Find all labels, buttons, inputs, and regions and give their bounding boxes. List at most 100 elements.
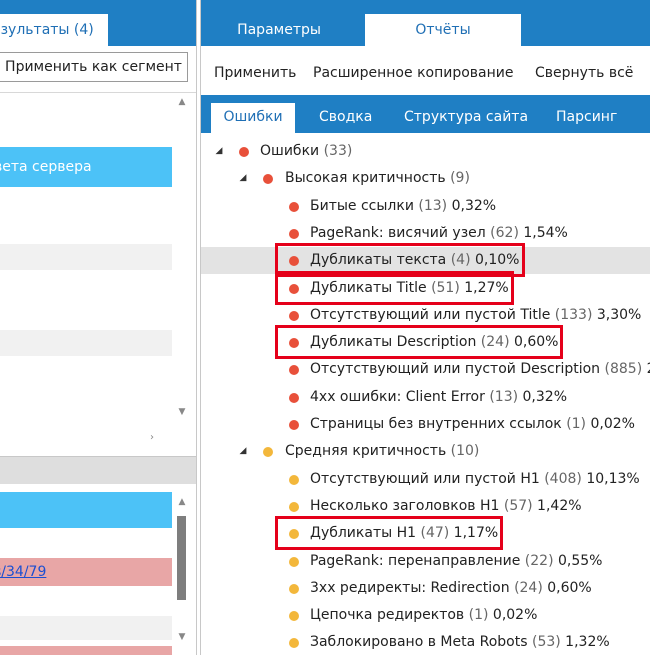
tree-item-label: Высокая критичность (9) xyxy=(285,165,470,192)
tree-item-label: Дубликаты текста (4) 0,10% xyxy=(310,247,520,274)
tree-item[interactable]: Дубликаты H1 (47) 1,17% xyxy=(201,520,650,547)
tree-item-count: (22) xyxy=(524,552,554,569)
red-severity-dot-icon xyxy=(239,147,249,157)
tree-item[interactable]: Дубликаты текста (4) 0,10% xyxy=(201,247,650,275)
tree-item-label: Заблокировано в Meta Robots (53) 1,32% xyxy=(310,629,610,655)
tab-reports[interactable]: Отчёты xyxy=(365,14,521,46)
tree-item-percent: 1,42% xyxy=(532,497,582,514)
tree-item[interactable]: Дубликаты Description (24) 0,60% xyxy=(201,329,650,356)
tree-item-name: Дубликаты Title xyxy=(310,279,432,296)
scroll-down-arrow-icon[interactable]: ▼ xyxy=(174,407,190,421)
tree-item-name: Отсутствующий или пустой Description xyxy=(310,361,605,378)
tree-item[interactable]: Отсутствующий или пустой H1 (408) 10,13% xyxy=(201,466,650,493)
table-row[interactable] xyxy=(0,616,172,640)
tree-item-percent: 0,10% xyxy=(470,252,520,269)
apply-as-segment-button[interactable]: Применить как сегмент xyxy=(0,52,188,82)
tree-item[interactable]: Битые ссылки (13) 0,32% xyxy=(201,193,650,220)
tree-item[interactable]: 4xx ошибки: Client Error (13) 0,32% xyxy=(201,384,650,411)
red-severity-dot-icon xyxy=(289,228,299,239)
tree-item[interactable]: PageRank: висячий узел (62) 1,54% xyxy=(201,220,650,247)
tree-item-name: PageRank: перенаправление xyxy=(310,552,525,569)
tree-item-label: Цепочка редиректов (1) 0,02% xyxy=(310,602,537,629)
yellow-severity-dot-icon xyxy=(289,474,299,485)
list-item[interactable] xyxy=(0,244,172,270)
tree-group[interactable]: ◢ Средняя критичность (10) xyxy=(201,438,650,465)
tree-group[interactable]: ◢ Ошибки (33) xyxy=(201,138,650,165)
collapse-all-button[interactable]: Свернуть всё xyxy=(535,56,633,90)
yellow-severity-dot-icon xyxy=(289,583,299,594)
expand-arrow-icon[interactable]: ◢ xyxy=(213,138,225,165)
tree-item[interactable]: Заблокировано в Meta Robots (53) 1,32% xyxy=(201,629,650,655)
expand-arrow-icon[interactable]: ◢ xyxy=(237,438,249,465)
tab-summary[interactable]: Сводка xyxy=(319,103,372,133)
table-row-link[interactable]: s/34/79 xyxy=(0,558,172,586)
yellow-severity-dot-icon xyxy=(289,501,299,512)
tree-item-percent: 10,13% xyxy=(581,470,640,487)
tree-item[interactable]: Несколько заголовков H1 (57) 1,42% xyxy=(201,493,650,520)
right-tab-bar: Параметры Отчёты xyxy=(201,0,650,46)
expand-arrow-icon[interactable]: ◢ xyxy=(237,165,249,192)
scroll-down-arrow-icon[interactable]: ▼ xyxy=(174,632,190,646)
tree-item[interactable]: Цепочка редиректов (1) 0,02% xyxy=(201,602,650,629)
tree-item-label: Ошибки (33) xyxy=(260,138,352,165)
tree-item[interactable]: Страницы без внутренних ссылок (1) 0,02% xyxy=(201,411,650,438)
list-item[interactable] xyxy=(0,330,172,356)
red-severity-dot-icon xyxy=(289,256,299,267)
tree-item-count: (24) xyxy=(480,334,510,351)
bottom-list-header xyxy=(0,456,196,484)
tree-item[interactable]: Дубликаты Title (51) 1,27% xyxy=(201,275,650,302)
red-severity-dot-icon xyxy=(289,283,299,294)
tree-item[interactable]: 3xx редиректы: Redirection (24) 0,60% xyxy=(201,575,650,602)
tree-item-count: (4) xyxy=(450,252,471,269)
tree-item-count: (47) xyxy=(420,525,450,542)
tree-item-percent: 0,32% xyxy=(447,197,497,214)
tree-item-count: (13) xyxy=(489,388,519,405)
tree-item-label: Отсутствующий или пустой Title (133) 3,3… xyxy=(310,302,641,329)
tree-item-count: (1) xyxy=(566,416,587,432)
red-severity-dot-icon xyxy=(289,201,299,212)
right-reports-panel: Параметры Отчёты Применить Расширенное к… xyxy=(200,0,650,655)
red-severity-dot-icon xyxy=(289,310,299,321)
url-link[interactable]: s/34/79 xyxy=(0,564,46,580)
tab-site-structure[interactable]: Структура сайта xyxy=(404,103,528,133)
tree-item-percent: 2 xyxy=(642,361,650,377)
tree-item-name: Несколько заголовков H1 xyxy=(310,497,504,514)
list-item-label: вета сервера xyxy=(0,159,92,175)
scroll-up-arrow-icon[interactable]: ▲ xyxy=(174,97,190,111)
tree-item-name: Ошибки xyxy=(260,143,324,159)
list-item-server-response[interactable]: вета сервера xyxy=(0,147,172,187)
tree-item[interactable]: Отсутствующий или пустой Description (88… xyxy=(201,356,650,383)
tab-errors[interactable]: Ошибки xyxy=(211,103,295,133)
tab-results-label: езультаты (4) xyxy=(0,22,94,38)
advanced-copy-button[interactable]: Расширенное копирование xyxy=(313,56,513,90)
yellow-severity-dot-icon xyxy=(263,447,273,458)
tree-item-percent: 1,27% xyxy=(459,279,509,296)
tab-parsing[interactable]: Парсинг xyxy=(556,103,617,133)
tab-parameters[interactable]: Параметры xyxy=(209,14,349,46)
report-subtab-bar: Ошибки Сводка Структура сайта Парсинг xyxy=(201,95,650,133)
tree-item[interactable]: Отсутствующий или пустой Title (133) 3,3… xyxy=(201,302,650,329)
tree-item-percent: 0,55% xyxy=(553,552,603,569)
table-row[interactable] xyxy=(0,646,172,655)
tree-item-percent: 0,60% xyxy=(542,579,592,596)
tree-item-label: Отсутствующий или пустой Description (88… xyxy=(310,356,650,383)
tree-item-name: Битые ссылки xyxy=(310,197,419,214)
tree-item-count: (51) xyxy=(431,279,460,296)
tree-item-percent: 0,02% xyxy=(488,607,538,624)
tree-group[interactable]: ◢ Высокая критичность (9) xyxy=(201,165,650,192)
scrollbar-thumb[interactable] xyxy=(177,516,186,600)
yellow-severity-dot-icon xyxy=(289,529,299,540)
tree-item-name: Страницы без внутренних ссылок xyxy=(310,416,567,432)
tree-item-label: Битые ссылки (13) 0,32% xyxy=(310,193,496,220)
tree-item-label: Дубликаты Title (51) 1,27% xyxy=(310,275,509,302)
tab-results[interactable]: езультаты (4) xyxy=(0,14,108,46)
tree-item-name: Дубликаты Description xyxy=(310,334,481,351)
tree-item-percent: 0,02% xyxy=(586,416,635,432)
yellow-severity-dot-icon xyxy=(289,611,299,622)
scroll-right-arrow-icon[interactable]: › xyxy=(150,432,162,446)
tree-item[interactable]: PageRank: перенаправление (22) 0,55% xyxy=(201,548,650,575)
red-severity-dot-icon xyxy=(289,420,299,430)
apply-button[interactable]: Применить xyxy=(214,56,296,90)
table-row-selected[interactable] xyxy=(0,492,172,528)
scroll-up-arrow-icon[interactable]: ▲ xyxy=(174,497,190,511)
